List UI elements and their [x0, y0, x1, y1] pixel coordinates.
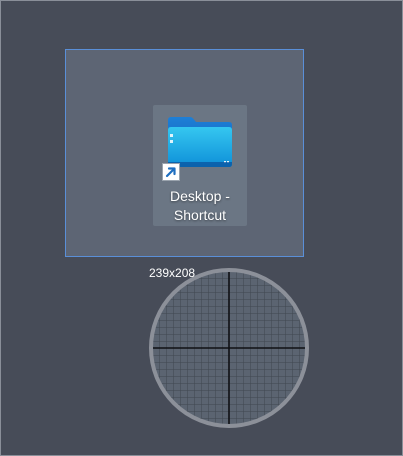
- shortcut-arrow-icon: [162, 163, 180, 181]
- selection-size-readout: 239x208: [149, 266, 196, 280]
- crosshair-icon: [151, 270, 307, 426]
- magnifier-loupe: [149, 268, 309, 428]
- desktop-shortcut-item[interactable]: Desktop - Shortcut: [153, 105, 247, 226]
- shortcut-label: Desktop - Shortcut: [153, 187, 247, 225]
- folder-icon: [168, 117, 232, 167]
- shortcut-label-line2: Shortcut: [173, 207, 227, 223]
- shortcut-label-line1: Desktop -: [170, 188, 230, 204]
